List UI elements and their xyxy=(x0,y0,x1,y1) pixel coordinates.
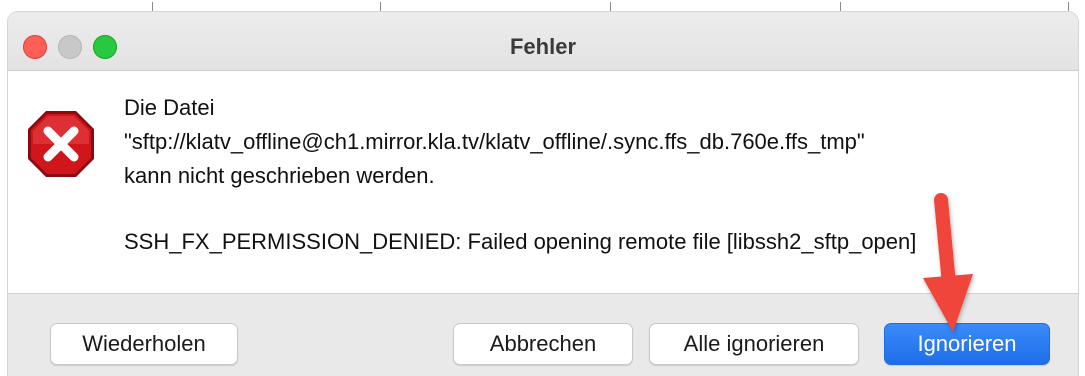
error-message: Die Datei "sftp://klatv_offline@ch1.mirr… xyxy=(124,91,1064,259)
message-line-1: Die Datei xyxy=(124,95,215,120)
retry-button[interactable]: Wiederholen xyxy=(50,323,238,365)
error-x-icon xyxy=(28,111,94,177)
error-dialog: Fehler Die Datei "sftp://klatv_offline@c… xyxy=(8,12,1078,376)
message-detail: SSH_FX_PERMISSION_DENIED: Failed opening… xyxy=(124,229,917,254)
title-bar: Fehler xyxy=(8,12,1078,71)
dialog-body: Die Datei "sftp://klatv_offline@ch1.mirr… xyxy=(8,71,1078,293)
cancel-button[interactable]: Abbrechen xyxy=(453,323,633,365)
ignore-button[interactable]: Ignorieren xyxy=(884,323,1050,365)
button-bar: Wiederholen Abbrechen Alle ignorieren Ig… xyxy=(8,293,1078,376)
ignore-all-button[interactable]: Alle ignorieren xyxy=(649,323,859,365)
message-line-3: kann nicht geschrieben werden. xyxy=(124,163,435,188)
message-file-path: "sftp://klatv_offline@ch1.mirror.kla.tv/… xyxy=(124,129,865,154)
dialog-title: Fehler xyxy=(509,34,577,59)
